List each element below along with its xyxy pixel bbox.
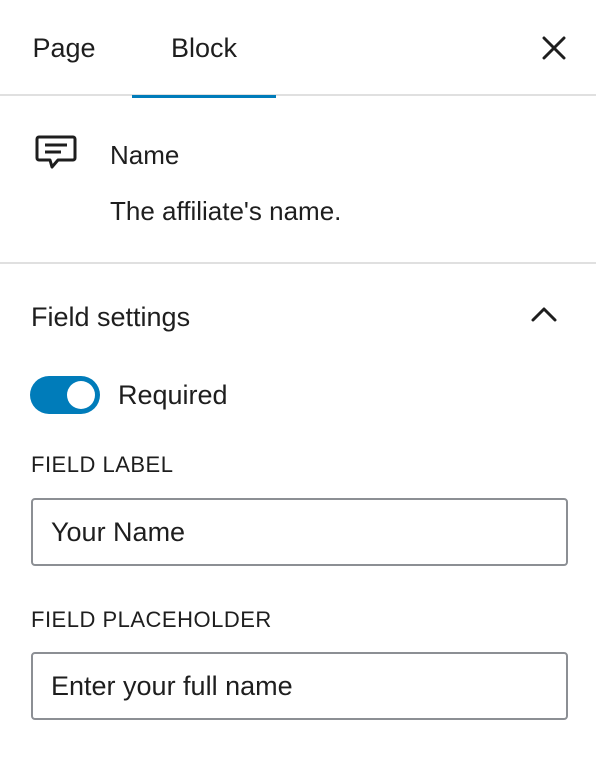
tab-block[interactable]: Block	[132, 0, 276, 98]
block-title: Name	[110, 140, 180, 170]
field-settings-title: Field settings	[31, 302, 191, 332]
block-description: The affiliate's name.	[110, 196, 342, 226]
required-toggle-row: Required	[30, 374, 228, 416]
close-icon	[542, 36, 566, 60]
block-settings-sidebar: Page Block Name The affiliate's name. Fi…	[0, 0, 596, 767]
field-placeholder-heading: FIELD PLACEHOLDER	[31, 607, 272, 632]
toggle-knob	[67, 381, 95, 409]
comment-form-icon	[35, 135, 77, 169]
required-label: Required	[118, 379, 228, 410]
sidebar-tabs: Page Block	[0, 0, 596, 98]
required-toggle[interactable]	[30, 376, 100, 414]
field-label-heading: FIELD LABEL	[31, 452, 174, 477]
block-card: Name The affiliate's name.	[0, 96, 596, 264]
field-settings-toggle[interactable]: Field settings	[0, 264, 596, 368]
field-placeholder-input[interactable]	[31, 652, 568, 720]
close-button[interactable]	[534, 28, 574, 68]
chevron-up-icon	[531, 307, 557, 322]
tab-page[interactable]: Page	[0, 0, 128, 96]
field-label-input[interactable]	[31, 498, 568, 566]
